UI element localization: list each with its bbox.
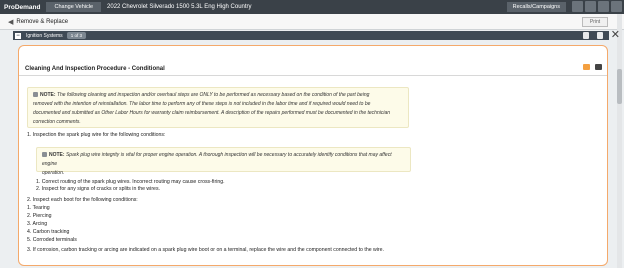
vehicle-name: 2022 Chevrolet Silverado 1500 5.3L Eng H… — [107, 4, 252, 10]
step-1: 1. Inspection the spark plug wire for th… — [27, 132, 166, 138]
note-text: correction comments. — [33, 119, 81, 125]
help-icon[interactable] — [598, 1, 609, 12]
note-icon — [42, 152, 47, 158]
section-title: Ignition Systems — [26, 32, 63, 39]
edit-icon[interactable] — [583, 64, 590, 70]
list-item: 3. Arcing — [27, 221, 48, 227]
list-item: 2. Piercing — [27, 213, 52, 219]
note-text: documented and submitted as Other Labor … — [33, 110, 391, 116]
recalls-campaigns-button[interactable]: Recalls/Campaigns — [506, 2, 566, 12]
collapse-icon[interactable]: − — [15, 32, 21, 39]
list-item: 1. Correct routing of the spark plug wir… — [36, 179, 225, 185]
section-pager[interactable]: 1 of 3 — [66, 32, 86, 39]
nav-bar: ◀ Remove & Replace Print — [0, 14, 624, 30]
list-item: 5. Corroded terminals — [27, 237, 77, 243]
note-text: removed with the intention of reinstalla… — [33, 101, 371, 107]
note-text: Spark plug wire integrity is vital for p… — [42, 152, 392, 167]
page-title: Remove & Replace — [16, 18, 69, 25]
back-arrow-icon[interactable]: ◀ — [0, 18, 16, 26]
note-text: operation. — [42, 170, 65, 176]
bookmark-icon[interactable] — [583, 32, 589, 39]
print-icon[interactable] — [595, 64, 602, 70]
note-box: NOTE: The following cleaning and inspect… — [27, 87, 409, 128]
list-item: 1. Tearing — [27, 205, 50, 211]
card-header: Cleaning And Inspection Procedure - Cond… — [19, 46, 607, 76]
list-item: 4. Carbon tracking — [27, 229, 70, 235]
home-icon[interactable] — [572, 1, 583, 12]
step-2: 2. Inspect each boot for the following c… — [27, 197, 138, 203]
procedure-card: Cleaning And Inspection Procedure - Cond… — [18, 45, 608, 266]
menu-icon[interactable] — [611, 1, 622, 12]
toolbar-icons — [572, 1, 622, 12]
scrollbar[interactable] — [617, 14, 622, 268]
print-button[interactable]: Print — [582, 17, 608, 27]
scrollbar-thumb[interactable] — [617, 69, 622, 104]
brand-logo[interactable]: ProDemand — [0, 4, 46, 11]
change-vehicle-button[interactable]: Change Vehicle — [46, 2, 102, 12]
note-box: NOTE: Spark plug wire integrity is vital… — [36, 147, 411, 176]
note-text: The following cleaning and inspection an… — [56, 92, 370, 98]
note-label: NOTE: — [40, 92, 56, 98]
user-icon[interactable] — [585, 1, 596, 12]
list-item: 2. Inspect for any signs of cracks or sp… — [36, 186, 160, 192]
top-bar: ProDemand Change Vehicle 2022 Chevrolet … — [0, 0, 624, 14]
step-3: 3. If corrosion, carbon tracking or arci… — [27, 247, 384, 253]
section-header: − Ignition Systems 1 of 3 — [13, 31, 609, 40]
close-icon[interactable]: ✕ — [611, 30, 620, 41]
note-label: NOTE: — [49, 152, 65, 158]
note-icon — [33, 92, 38, 98]
procedure-title: Cleaning And Inspection Procedure - Cond… — [25, 66, 165, 72]
print-icon[interactable] — [597, 32, 603, 39]
